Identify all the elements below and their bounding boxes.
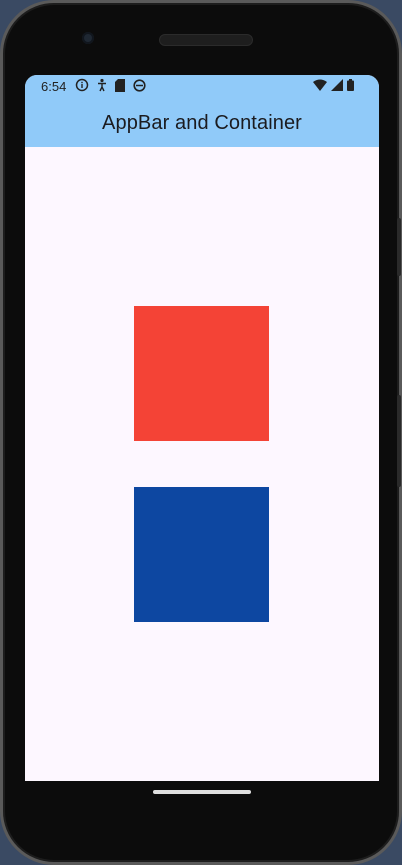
- home-gesture-handle[interactable]: [153, 790, 251, 794]
- app-bar: AppBar and Container: [25, 99, 379, 147]
- android-icon: [133, 78, 146, 92]
- front-camera: [82, 32, 94, 44]
- volume-button: [397, 218, 401, 276]
- red-container: [134, 306, 269, 441]
- battery-icon: [347, 79, 354, 91]
- accessibility-icon: [97, 78, 107, 92]
- phone-frame: 6:54 AppBar and Container: [0, 0, 402, 865]
- body-area: [25, 147, 379, 781]
- power-button: [397, 395, 401, 487]
- blue-container: [134, 487, 269, 622]
- status-icons-left: [75, 78, 146, 92]
- screen: 6:54 AppBar and Container: [25, 75, 379, 781]
- status-bar: 6:54: [25, 75, 379, 99]
- status-icons-right: [313, 79, 354, 91]
- sd-card-icon: [115, 78, 125, 92]
- wifi-icon: [313, 79, 327, 91]
- signal-icon: [331, 79, 343, 91]
- gesture-nav-bar: [25, 781, 379, 811]
- info-icon: [75, 78, 89, 92]
- earpiece-speaker: [159, 34, 253, 46]
- status-time: 6:54: [41, 79, 67, 94]
- app-bar-title: AppBar and Container: [102, 111, 302, 134]
